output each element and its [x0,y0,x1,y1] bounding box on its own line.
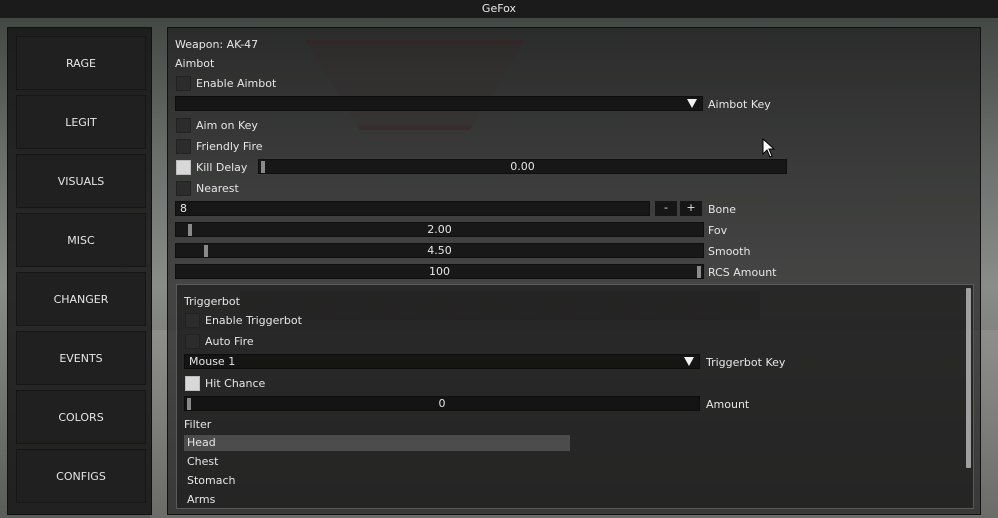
weapon-label: Weapon: AK-47 [175,38,259,51]
aimbot-section-title: Aimbot [175,57,215,70]
nav-visuals-button[interactable]: VISUALS [16,154,146,208]
smooth-slider[interactable]: 4.50 [175,243,704,258]
aim-on-key-label: Aim on Key [196,119,258,132]
triggerbot-key-value: Mouse 1 [189,355,236,368]
bone-decrement-button[interactable]: - [655,201,677,216]
filter-label: Filter [184,418,212,431]
hit-chance-checkbox[interactable] [185,376,200,391]
fov-value: 2.00 [427,223,452,236]
rcs-amount-value: 100 [429,265,450,278]
aimbot-key-label: Aimbot Key [708,98,771,111]
nearest-checkbox[interactable] [176,181,191,196]
bone-value: 8 [180,202,187,215]
nearest-label: Nearest [196,182,239,195]
nav-legit-button[interactable]: LEGIT [16,95,146,149]
filter-item-arms[interactable]: Arms [184,492,570,508]
filter-item-chest[interactable]: Chest [184,454,570,470]
friendly-fire-checkbox[interactable] [176,139,191,154]
rcs-amount-slider[interactable]: 100 [175,264,704,279]
enable-aimbot-checkbox[interactable] [176,76,191,91]
enable-aimbot-label: Enable Aimbot [196,77,277,90]
sidebar: RAGE LEGIT VISUALS MISC CHANGER EVENTS C… [7,27,152,515]
triggerbot-key-select[interactable]: Mouse 1 [184,354,700,369]
dropdown-arrow-icon [687,99,697,108]
fov-slider[interactable]: 2.00 [175,222,704,237]
enable-triggerbot-label: Enable Triggerbot [205,314,302,327]
fov-label: Fov [708,224,728,237]
kill-delay-label: Kill Delay [196,161,248,174]
triggerbot-scrollbar[interactable] [966,288,971,468]
window-title: GeFox [0,0,998,18]
kill-delay-value: 0.00 [510,160,535,173]
mouse-cursor-icon [762,138,776,158]
auto-fire-label: Auto Fire [205,335,254,348]
kill-delay-slider[interactable]: 0.00 [258,159,787,174]
auto-fire-checkbox[interactable] [185,334,200,349]
filter-item-stomach[interactable]: Stomach [184,473,570,489]
smooth-value: 4.50 [427,244,452,257]
amount-label: Amount [706,398,750,411]
bone-input[interactable]: 8 [175,201,650,216]
triggerbot-panel: Triggerbot Enable Triggerbot Auto Fire M… [176,284,974,509]
bone-label: Bone [708,203,737,216]
aimbot-key-select[interactable] [175,96,703,111]
kill-delay-checkbox[interactable] [176,160,191,175]
nav-changer-button[interactable]: CHANGER [16,272,146,326]
filter-item-head[interactable]: Head [184,435,570,451]
nav-rage-button[interactable]: RAGE [16,36,146,90]
aim-on-key-checkbox[interactable] [176,118,191,133]
hit-chance-label: Hit Chance [205,377,266,390]
triggerbot-section-title: Triggerbot [184,295,240,308]
nav-configs-button[interactable]: CONFIGS [16,449,146,503]
nav-misc-button[interactable]: MISC [16,213,146,267]
bone-increment-button[interactable]: + [680,201,702,216]
nav-events-button[interactable]: EVENTS [16,331,146,385]
friendly-fire-label: Friendly Fire [196,140,263,153]
nav-colors-button[interactable]: COLORS [16,390,146,444]
filter-list: Head Chest Stomach Arms [184,435,570,508]
amount-value: 0 [438,397,446,410]
triggerbot-key-label: Triggerbot Key [706,356,786,369]
enable-triggerbot-checkbox[interactable] [185,313,200,328]
legit-panel: Weapon: AK-47 Aimbot Enable Aimbot Aimbo… [167,27,981,515]
smooth-label: Smooth [708,245,751,258]
amount-slider[interactable]: 0 [184,396,700,411]
rcs-amount-label: RCS Amount [708,266,777,279]
dropdown-arrow-icon [684,357,694,366]
